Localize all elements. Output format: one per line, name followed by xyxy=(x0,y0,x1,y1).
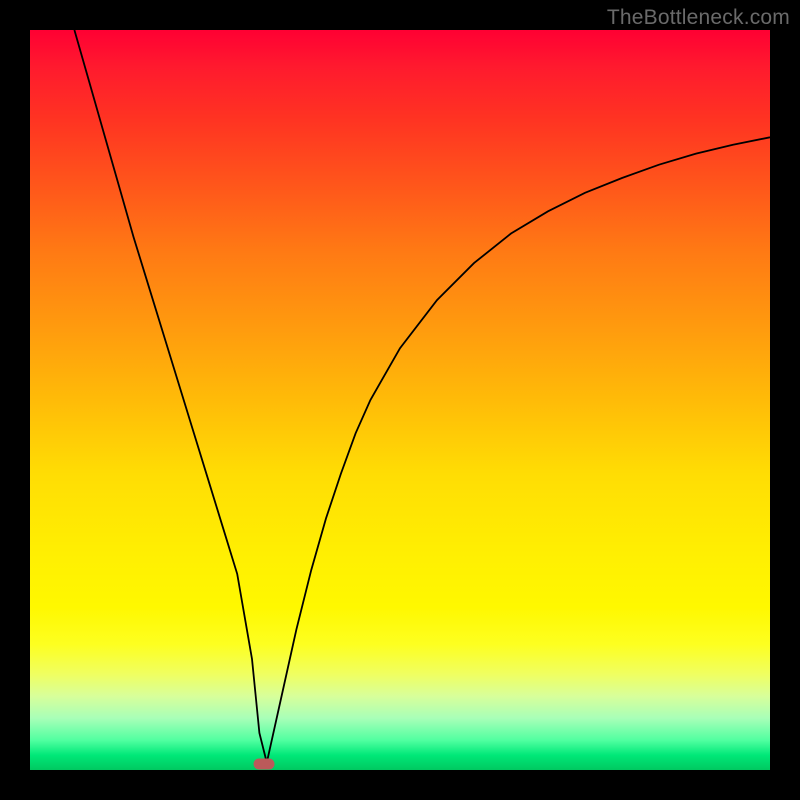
chart-svg xyxy=(30,30,770,770)
watermark: TheBottleneck.com xyxy=(607,6,790,30)
bottleneck-curve xyxy=(74,30,770,763)
optimal-point-marker xyxy=(254,759,274,769)
plot-area xyxy=(30,30,770,770)
